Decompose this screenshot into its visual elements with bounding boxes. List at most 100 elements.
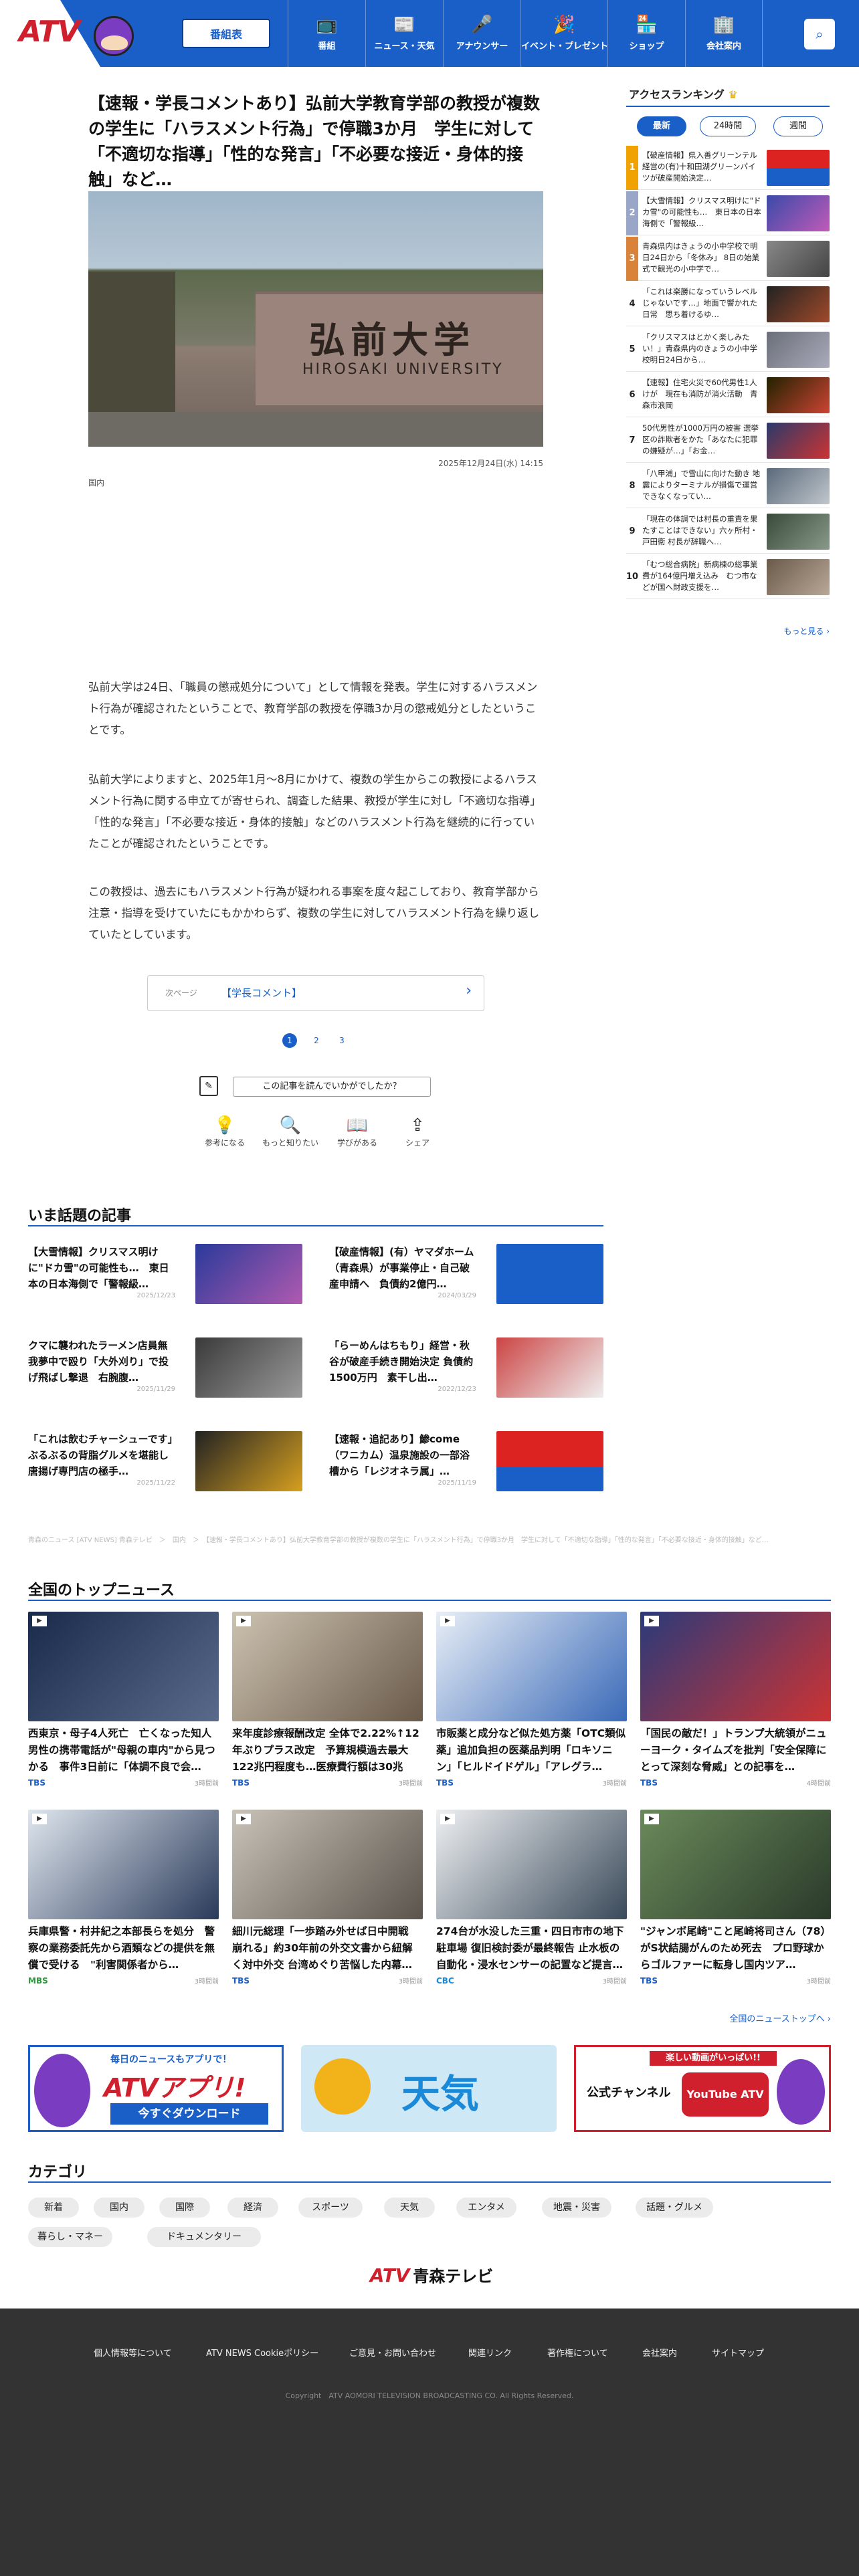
related-item[interactable]: 【破産情報】(有）ヤマダホーム（青森県）が事業停止・自己破産申請へ 負債約2億円… [329, 1244, 603, 1304]
reaction-want-to-know[interactable]: 🔍 もっと知りたい [257, 1114, 324, 1148]
article-category[interactable]: 国内 [88, 477, 104, 488]
next-page-button[interactable]: 次ページ 【学長コメント】 › [147, 975, 484, 1011]
ranking-thumbnail [767, 150, 830, 186]
youtube-icon: YouTube ATV [682, 2072, 769, 2117]
company-icon: 🏢 [712, 15, 735, 35]
top-news-item[interactable]: ▶ 市販薬と成分など似た処方薬「OTC類似薬」追加負担の医薬品判明「ロキソニン」「… [436, 1612, 627, 1788]
footer-logo[interactable]: ATV 青森テレビ [348, 2263, 515, 2286]
category-chip[interactable]: スポーツ [298, 2197, 363, 2218]
ranking-item[interactable]: 10 「むつ総合病院」新病棟の総事業費が164億円増え込み むつ市などが国へ財政支… [626, 555, 830, 599]
ranking-item[interactable]: 4 「これは楽勝になっていうレベルじゃないです…」地面で響かれた日常 思ち着けるゆ… [626, 282, 830, 326]
top-news-more-link[interactable]: 全国のニューストップへ › [669, 2012, 831, 2024]
top-news-item[interactable]: ▶ 「国民の敵だ！」トランプ大統領がニューヨーク・タイムズを批判「安全保障にとって… [640, 1612, 831, 1788]
category-chip[interactable]: 国際 [159, 2197, 210, 2218]
reaction-share[interactable]: ⇪ シェア [391, 1114, 444, 1148]
top-news-image: ▶ [232, 1810, 423, 1919]
top-news-item[interactable]: ▶ 274台が水没した三重・四日市市の地下駐車場 復旧検討委が最終報告 止水板の自… [436, 1810, 627, 1985]
play-icon: ▶ [440, 1616, 455, 1626]
road [88, 412, 543, 447]
article-paragraph: 弘前大学によりますと、2025年1月～8月にかけて、複数の学生からこの教授による… [88, 773, 541, 850]
sun-icon [314, 2058, 371, 2115]
top-news-item[interactable]: ▶ 来年度診療報酬改定 全体で2.22%↑12年ぶりプラス改定 予算規模過去最大1… [232, 1612, 423, 1788]
related-item[interactable]: 【大雪情報】クリスマス明けに"ドカ雪"の可能性も… 東日本の日本海側で「警報級…… [28, 1244, 302, 1304]
ranking-tab-24h[interactable]: 24時間 [700, 116, 756, 136]
pagination-page-2[interactable]: 2 [309, 1033, 324, 1048]
ranking-thumbnail [767, 195, 830, 231]
event-icon: 🎉 [553, 15, 575, 35]
footer-link[interactable]: 著作権について [547, 2346, 608, 2359]
mascot-icon [777, 2059, 825, 2125]
program-guide-button[interactable]: 番組表 [182, 19, 270, 48]
related-thumbnail [195, 1244, 302, 1304]
related-thumbnail [195, 1431, 302, 1491]
site-logo[interactable]: ATV [19, 15, 80, 49]
ranking-thumbnail [767, 377, 830, 413]
related-item[interactable]: 「これは飲むチャーシューです」ぶるぶるの背脂グルメを堪能し唐揚げ専門店の極手… 2… [28, 1431, 302, 1491]
footer-link[interactable]: 関連リンク [468, 2346, 512, 2359]
ranking-item[interactable]: 9 「現在の体調では村長の重責を果たすことはできない」六ヶ所村・戸田衛 村長が辞職… [626, 510, 830, 554]
top-news-item[interactable]: ▶ 細川元総理「一歩踏み外せば日中開戦 崩れる」約30年前の外交文書から紐解く対中… [232, 1810, 423, 1985]
ranking-item[interactable]: 1 【破産情報】県入善グリーンテル経営の(有)十和田湖グリーンパイツが破産開始決定… [626, 146, 830, 190]
category-chip[interactable]: 国内 [94, 2197, 145, 2218]
footer-link[interactable]: ATV NEWS Cookieポリシー [206, 2346, 318, 2359]
related-item[interactable]: クマに襲われたラーメン店員無我夢中で殴り「大外刈り」で投げ飛ばし撃退 右腕腹… 2… [28, 1337, 302, 1398]
ranking-item[interactable]: 3 青森県内はきょうの小中学校で明日24日から「冬休み」 8日の始業式で観光の小中… [626, 237, 830, 281]
ranking-item[interactable]: 5 「クリスマスはとかく楽しみたい！」青森県内のきょうの小中学校明日24日から… [626, 328, 830, 372]
top-news-item[interactable]: ▶ "ジャンボ尾崎"こと尾崎将司さん（78）がS状結腸がんのため死去 プロ野球から… [640, 1810, 831, 1985]
nav-item-announcer[interactable]: 🎤 アナウンサー [443, 0, 520, 67]
nav-item-company[interactable]: 🏢 会社案内 [685, 0, 763, 67]
pagination-page-1[interactable]: 1 [282, 1033, 297, 1048]
ranking-item[interactable]: 8 「八甲浦」で雪山に向けた動き 地震によりターミナルが損傷で運営できなくなってい… [626, 464, 830, 508]
play-icon: ▶ [236, 1616, 251, 1626]
ranking-tab-weekly[interactable]: 週間 [773, 116, 823, 136]
ranking-thumbnail [767, 423, 830, 459]
ranking-underline [626, 106, 830, 107]
ranking-item[interactable]: 7 50代男性が1000万円の被害 選挙区の詐欺者をかた「あなたに犯罪の嫌疑が…」… [626, 419, 830, 463]
related-item[interactable]: 【速報・追記あり】鯵come（ワニカム）温泉施設の一部浴槽から「レジオネラ属」…… [329, 1431, 603, 1491]
category-chip[interactable]: 暮らし・マネー [28, 2227, 112, 2247]
related-thumbnail [195, 1337, 302, 1398]
ranking-item[interactable]: 2 【大雪情報】クリスマス明けに"ドカ雪"の可能性も… 東日本の日本海側で「警報級… [626, 191, 830, 235]
reaction-helpful[interactable]: 💡 参考になる [198, 1114, 252, 1148]
category-chip[interactable]: エンタメ [456, 2197, 516, 2218]
banner-youtube[interactable]: 楽しい動画がいっぱい!! 公式チャンネル YouTube ATV [574, 2045, 831, 2132]
related-item[interactable]: 「らーめんはちもり」経営・秋谷が破産手続き開始決定 負債約1500万円 素干し出… [329, 1337, 603, 1398]
nav-item-shop[interactable]: 🏪 ショップ [607, 0, 685, 67]
search-icon: ⌕ [816, 26, 824, 42]
category-chip[interactable]: 新着 [28, 2197, 79, 2218]
ranking-item[interactable]: 6 【速報】住宅火災で60代男性1人けが 現在も消防が消火活動 青森市浪岡 [626, 373, 830, 417]
nav-item-program[interactable]: 📺 番組 [288, 0, 365, 67]
category-chip[interactable]: ドキュメンタリー [147, 2227, 261, 2247]
footer-link[interactable]: 会社案内 [642, 2346, 677, 2359]
footer-link[interactable]: ご意見・お問い合わせ [349, 2346, 436, 2359]
mascot-icon [34, 2054, 90, 2127]
nav-item-event[interactable]: 🎉 イベント・プレゼント [520, 0, 608, 67]
bulb-icon: 💡 [213, 1115, 236, 1136]
footer-link[interactable]: サイトマップ [712, 2346, 764, 2359]
play-icon: ▶ [236, 1814, 251, 1824]
pagination-page-3[interactable]: 3 [335, 1033, 349, 1048]
footer-link[interactable]: 個人情報等について [94, 2346, 172, 2359]
category-chip[interactable]: 話題・グルメ [636, 2197, 713, 2218]
article-title: 【速報・学長コメントあり】弘前大学教育学部の教授が複数の学生に「ハラスメント行為… [88, 94, 541, 189]
share-icon: ⇪ [410, 1115, 425, 1136]
related-underline [28, 1225, 603, 1226]
crown-icon: ♛ [728, 88, 738, 101]
search-button[interactable]: ⌕ [804, 19, 835, 49]
ranking-tab-latest[interactable]: 最新 [637, 116, 686, 136]
nav-item-news[interactable]: 📰 ニュース・天気 [365, 0, 443, 67]
category-chip[interactable]: 地震・災害 [542, 2197, 611, 2218]
reaction-learned[interactable]: 📖 学びがある [330, 1114, 384, 1148]
article-paragraph: 弘前大学は24日、「職員の懲戒処分について」として情報を発表。学生に対するハラス… [88, 681, 538, 736]
ranking-more-link[interactable]: もっと見る › [763, 625, 830, 637]
top-news-item[interactable]: ▶ 西東京・母子4人死亡 亡くなった知人男性の携帯電話が"母親の車内"から見つかる… [28, 1612, 219, 1788]
category-chip[interactable]: 経済 [227, 2197, 278, 2218]
play-icon: ▶ [440, 1814, 455, 1824]
top-news-item[interactable]: ▶ 兵庫県警・村井紀之本部長らを処分 警察の業務委託先から酒類などの提供を無償で受… [28, 1810, 219, 1985]
banner-app[interactable]: 毎日のニュースもアプリで！ ATVアプリ! 今すぐダウンロード [28, 2045, 284, 2132]
category-chip[interactable]: 天気 [384, 2197, 435, 2218]
related-thumbnail [496, 1337, 603, 1398]
ranking-thumbnail [767, 241, 830, 277]
ranking-title: アクセスランキング ♛ [629, 88, 738, 101]
banner-weather[interactable]: 天気 [301, 2045, 557, 2132]
